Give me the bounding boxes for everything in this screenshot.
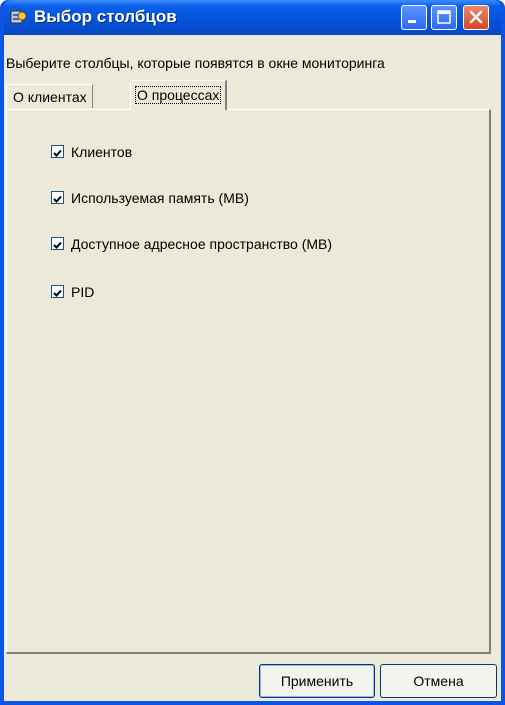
dialog-client-area: Выберите столбцы, которые появятся в окн… [4, 35, 501, 701]
checkbox-clients[interactable] [51, 145, 64, 158]
checkbox-pid[interactable] [51, 285, 64, 298]
app-icon [10, 10, 27, 24]
close-button[interactable] [463, 5, 489, 30]
minimize-button[interactable] [401, 5, 427, 30]
checkbox-address-space[interactable] [51, 237, 64, 250]
checkmark-icon [53, 149, 62, 157]
checkbox-label: PID [71, 284, 95, 300]
instruction-text: Выберите столбцы, которые появятся в окн… [6, 55, 385, 71]
checkbox-label: Используемая память (MB) [71, 190, 249, 206]
tab-panel: Клиентов Используемая память (MB) Доступ… [6, 109, 491, 654]
window-title: Выбор столбцов [34, 7, 177, 26]
checkbox-used-memory[interactable] [51, 191, 64, 204]
tab-clients-label: О клиентах [13, 89, 87, 105]
cancel-button[interactable]: Отмена [380, 664, 497, 698]
tab-processes-label: О процессах [135, 86, 222, 104]
checkmark-icon [53, 241, 62, 249]
tab-clients[interactable]: О клиентах [6, 84, 93, 108]
checkbox-label: Доступное адресное пространство (MB) [71, 236, 333, 252]
maximize-icon [437, 10, 451, 24]
checkmark-icon [53, 195, 62, 203]
apply-button[interactable]: Применить [259, 664, 375, 698]
title-bar[interactable]: Выбор столбцов [4, 0, 501, 35]
dialog-window: Выбор столбцов Выберите столбцы, которые… [0, 0, 505, 705]
maximize-button[interactable] [431, 5, 457, 30]
minimize-icon [408, 20, 416, 23]
close-icon [469, 10, 483, 24]
tab-processes[interactable]: О процессах [130, 80, 228, 110]
checkbox-label: Клиентов [71, 144, 133, 160]
checkmark-icon [53, 289, 62, 297]
